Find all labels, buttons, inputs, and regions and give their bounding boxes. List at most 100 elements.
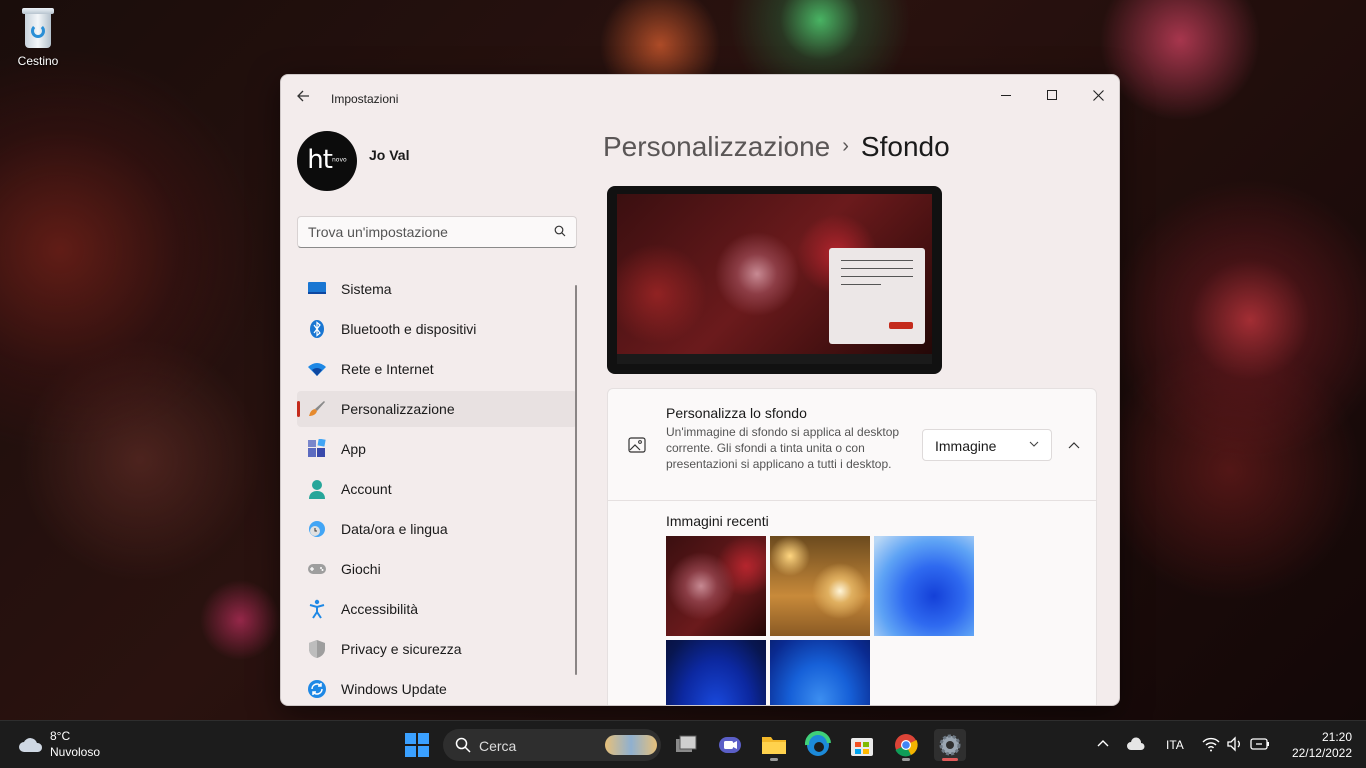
search-highlight-image	[605, 735, 657, 755]
store-icon	[851, 738, 873, 756]
recent-images-title: Immagini recenti	[666, 513, 769, 529]
sidebar-item-account[interactable]: Account	[297, 471, 577, 507]
back-arrow-icon	[297, 90, 309, 102]
personalize-background-row[interactable]: Personalizza lo sfondo Un'immagine di sf…	[608, 389, 1096, 501]
background-type-dropdown[interactable]: Immagine	[922, 429, 1052, 461]
close-button[interactable]	[1075, 79, 1119, 109]
paintbrush-icon	[309, 401, 325, 416]
taskbar-search-label: Cerca	[479, 738, 517, 754]
start-button[interactable]	[405, 733, 429, 757]
wifi-status-button[interactable]	[1202, 736, 1220, 768]
sidebar-scrollbar[interactable]	[575, 285, 577, 675]
page-title: Sfondo	[860, 131, 950, 162]
sidebar-item-accessibilita[interactable]: Accessibilità	[297, 591, 577, 627]
chat-icon	[719, 737, 741, 753]
app-title: Impostazioni	[331, 92, 399, 106]
search-icon[interactable]	[554, 225, 566, 237]
input-language-indicator[interactable]: ITA	[1166, 738, 1184, 768]
wifi-icon	[308, 363, 326, 376]
battery-button[interactable]	[1250, 737, 1270, 768]
speaker-icon	[1227, 736, 1240, 752]
sidebar-item-label: Personalizzazione	[341, 401, 455, 417]
image-icon	[628, 437, 646, 453]
taskbar-search[interactable]: Cerca	[443, 729, 661, 761]
sidebar-item-windows-update[interactable]: Windows Update	[297, 671, 577, 705]
sidebar-item-label: Rete e Internet	[341, 361, 434, 377]
collapse-button[interactable]	[1062, 433, 1086, 457]
sidebar-item-bluetooth[interactable]: Bluetooth e dispositivi	[297, 311, 577, 347]
card-title: Personalizza lo sfondo	[666, 405, 807, 421]
settings-search-input[interactable]	[308, 224, 538, 240]
teams-chat-button[interactable]	[714, 729, 746, 761]
apps-icon	[308, 439, 326, 457]
clock-globe-icon	[309, 521, 325, 537]
chrome-icon	[895, 734, 918, 757]
sidebar-item-label: Bluetooth e dispositivi	[341, 321, 477, 337]
sidebar-nav: Sistema Bluetooth e dispositivi Rete e I…	[297, 271, 577, 705]
sidebar-item-giochi[interactable]: Giochi	[297, 551, 577, 587]
sidebar-item-label: Data/ora e lingua	[341, 521, 448, 537]
sidebar-item-rete[interactable]: Rete e Internet	[297, 351, 577, 387]
running-indicator	[902, 758, 910, 761]
sidebar-item-label: App	[341, 441, 366, 457]
microsoft-store-button[interactable]	[846, 729, 878, 761]
system-clock[interactable]: 21:20 22/12/2022	[1280, 729, 1352, 761]
monitor-icon	[308, 282, 326, 294]
recent-image-win11-bloom-dark[interactable]	[666, 640, 766, 705]
active-app-indicator	[942, 758, 958, 761]
recent-image-win11-bloom-light[interactable]	[874, 536, 974, 636]
settings-search-box[interactable]	[297, 216, 577, 248]
chrome-button[interactable]	[890, 729, 922, 761]
sidebar-item-label: Giochi	[341, 561, 381, 577]
person-icon	[309, 480, 325, 499]
file-explorer-button[interactable]	[758, 729, 790, 761]
sidebar-item-personalizzazione[interactable]: Personalizzazione	[297, 391, 577, 427]
back-button[interactable]	[293, 89, 313, 109]
chevron-up-icon	[1097, 740, 1109, 747]
settings-window: Impostazioni htnovo Jo Val Sistema Bluet…	[280, 74, 1120, 706]
desktop-preview	[607, 186, 942, 374]
sidebar-item-sistema[interactable]: Sistema	[297, 271, 577, 307]
battery-icon	[1250, 738, 1269, 750]
bluetooth-icon	[310, 320, 324, 338]
maximize-button[interactable]	[1029, 79, 1075, 109]
volume-button[interactable]	[1226, 736, 1244, 768]
clock-date: 22/12/2022	[1291, 746, 1352, 760]
sidebar-item-label: Account	[341, 481, 392, 497]
show-hidden-icons-button[interactable]	[1096, 737, 1110, 768]
recycle-bin-icon	[20, 8, 56, 50]
running-indicator	[770, 758, 778, 761]
chevron-down-icon	[1029, 441, 1039, 447]
windows-logo-icon	[405, 733, 416, 744]
recent-image-win11-bloom-blue[interactable]	[770, 640, 870, 705]
sidebar-item-label: Privacy e sicurezza	[341, 641, 462, 657]
avatar-text: ht	[307, 145, 333, 175]
weather-description: Nuvoloso	[50, 745, 101, 759]
clock-time: 21:20	[1321, 730, 1352, 744]
title-bar[interactable]: Impostazioni	[281, 75, 1119, 123]
minimize-button[interactable]	[983, 79, 1029, 109]
maximize-icon	[1047, 90, 1057, 101]
recent-image-christmas-bell[interactable]	[666, 536, 766, 636]
sidebar-item-data-ora[interactable]: Data/ora e lingua	[297, 511, 577, 547]
close-icon	[1092, 89, 1104, 101]
edge-icon	[804, 730, 831, 756]
recycle-bin-label: Cestino	[17, 54, 59, 68]
search-icon	[455, 737, 471, 753]
task-view-button[interactable]	[670, 729, 702, 761]
settings-app-button[interactable]	[934, 729, 966, 761]
sidebar-item-app[interactable]: App	[297, 431, 577, 467]
preview-window-mockup	[829, 248, 925, 344]
recent-image-lantern-bokeh[interactable]	[770, 536, 870, 636]
edge-button[interactable]	[802, 729, 834, 761]
avatar: htnovo	[297, 131, 357, 191]
breadcrumb-parent-link[interactable]: Personalizzazione	[603, 131, 830, 162]
sidebar-item-privacy[interactable]: Privacy e sicurezza	[297, 631, 577, 667]
accessibility-icon	[309, 599, 325, 619]
recycle-bin-desktop-icon[interactable]: Cestino	[10, 8, 66, 68]
onedrive-button[interactable]	[1126, 737, 1146, 768]
user-name: Jo Val	[369, 147, 410, 163]
gamepad-icon	[308, 564, 326, 574]
sidebar-item-label: Accessibilità	[341, 601, 419, 617]
update-icon	[308, 680, 326, 698]
